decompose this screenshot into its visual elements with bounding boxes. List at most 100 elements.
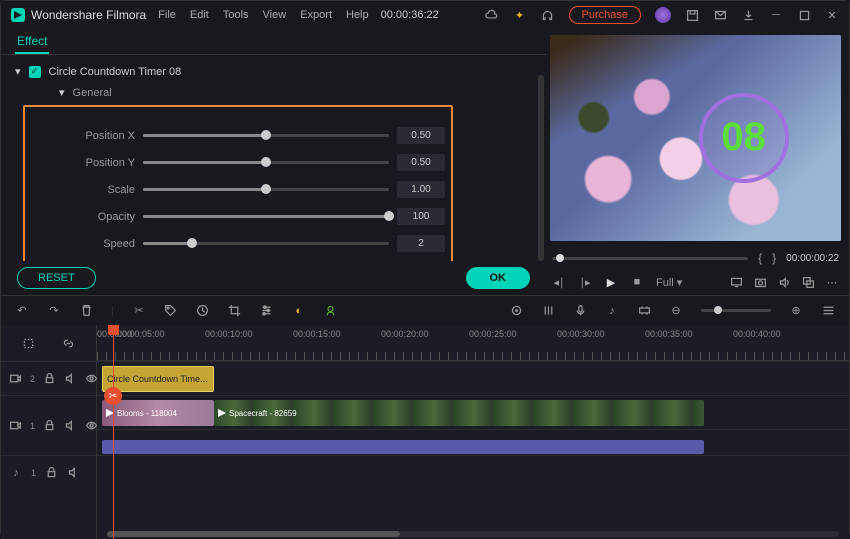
track-v2[interactable]: Circle Countdown Time... — [97, 361, 849, 395]
preview-viewport[interactable]: 08 — [550, 35, 841, 241]
value-position-x[interactable]: 0.50 — [397, 127, 445, 144]
label-position-x: Position X — [25, 130, 135, 142]
detach-icon[interactable] — [801, 275, 815, 289]
menu-file[interactable]: File — [158, 9, 176, 21]
stop-icon[interactable]: ■ — [630, 275, 644, 289]
slider-opacity[interactable] — [143, 215, 389, 218]
split-icon[interactable]: ✂ — [132, 304, 146, 318]
clip-audio[interactable] — [102, 440, 704, 454]
section-caret-icon[interactable]: ▾ — [59, 86, 65, 99]
value-scale[interactable]: 1.00 — [397, 181, 445, 198]
mark-out-icon[interactable]: } — [772, 251, 776, 265]
menu-help[interactable]: Help — [346, 9, 369, 21]
tab-effect[interactable]: Effect — [15, 30, 49, 54]
clip-effect[interactable]: Circle Countdown Time... — [102, 366, 214, 392]
track-lock-icon[interactable] — [43, 419, 56, 433]
video-track-icon — [9, 419, 22, 433]
menu-view[interactable]: View — [263, 9, 287, 21]
slider-position-y[interactable] — [143, 161, 389, 164]
menu-edit[interactable]: Edit — [190, 9, 209, 21]
headphones-icon[interactable] — [541, 8, 555, 22]
crop-icon[interactable] — [228, 304, 242, 318]
track-lock-icon[interactable] — [43, 372, 56, 386]
menu-export[interactable]: Export — [300, 9, 332, 21]
adjust-icon[interactable] — [260, 304, 274, 318]
color-icon[interactable]: ◐ — [292, 304, 306, 318]
reset-button[interactable]: RESET — [17, 267, 96, 289]
ruler-mark: 00:00:15:00 — [293, 329, 381, 339]
cloud-icon[interactable] — [485, 8, 499, 22]
track-a1[interactable] — [97, 455, 849, 489]
message-icon[interactable] — [713, 8, 727, 22]
scissors-icon[interactable]: ✂ — [104, 387, 122, 405]
track-v1[interactable]: Blooms - 118004 Spacecraft - 82659 — [97, 395, 849, 429]
step-back-icon[interactable]: ∣▸ — [578, 275, 592, 289]
sparkle-icon[interactable]: ✦ — [513, 8, 527, 22]
tag-icon[interactable] — [164, 304, 178, 318]
close-icon[interactable]: ✕ — [825, 8, 839, 22]
ok-button[interactable]: OK — [466, 267, 531, 289]
track-head-v2: 2 — [1, 361, 96, 395]
clip-blooms[interactable]: Blooms - 118004 — [102, 400, 214, 426]
track-head-v1: 1 — [1, 395, 96, 455]
title-bar: Wondershare Filmora File Edit Tools View… — [1, 1, 849, 29]
value-opacity[interactable]: 100 — [397, 208, 445, 225]
greenscreen-icon[interactable] — [324, 304, 338, 318]
purchase-button[interactable]: Purchase — [569, 6, 641, 24]
panel-scrollbar[interactable] — [538, 75, 544, 261]
track-mute-icon[interactable] — [64, 372, 77, 386]
timeline-ruler[interactable]: 00:00:00 00:00:05:00 00:00:10:00 00:00:1… — [97, 325, 849, 361]
collapse-caret-icon[interactable]: ▾ — [15, 65, 21, 78]
project-timecode: 00:00:36:22 — [381, 9, 439, 21]
voiceover-icon[interactable] — [573, 304, 587, 318]
display-icon[interactable] — [729, 275, 743, 289]
maximize-icon[interactable] — [797, 8, 811, 22]
effect-enable-checkbox[interactable]: ✓ — [29, 66, 41, 78]
quality-dropdown[interactable]: Full ▾ — [656, 276, 682, 289]
countdown-number: 08 — [721, 115, 766, 160]
track-mute-icon[interactable] — [64, 419, 77, 433]
zoom-out-icon[interactable]: ⊖ — [669, 304, 683, 318]
redo-icon[interactable]: ↷ — [47, 304, 61, 318]
playhead[interactable]: ✂ — [113, 325, 114, 539]
download-icon[interactable] — [741, 8, 755, 22]
link-icon[interactable] — [61, 336, 75, 350]
slider-speed[interactable] — [143, 242, 389, 245]
value-speed[interactable]: 2 — [397, 235, 445, 252]
save-icon[interactable] — [685, 8, 699, 22]
avatar-icon[interactable] — [655, 7, 671, 23]
ruler-mark: 00:00:20:00 — [381, 329, 469, 339]
prev-frame-icon[interactable]: ◂∣ — [552, 275, 566, 289]
timeline-scrollbar[interactable] — [107, 531, 839, 537]
play-icon[interactable]: ▶ — [604, 275, 618, 289]
zoom-in-icon[interactable]: ⊕ — [789, 304, 803, 318]
track-lock-icon[interactable] — [44, 466, 58, 480]
track-manage-icon[interactable] — [821, 304, 835, 318]
snapshot-icon[interactable] — [753, 275, 767, 289]
undo-icon[interactable]: ↶ — [15, 304, 29, 318]
slider-scale[interactable] — [143, 188, 389, 191]
track-head-a1: ♪ 1 — [1, 455, 96, 489]
zoom-slider[interactable] — [701, 309, 771, 312]
mixer-icon[interactable] — [541, 304, 555, 318]
fit-icon[interactable] — [637, 304, 651, 318]
volume-icon[interactable] — [777, 275, 791, 289]
section-general: General — [73, 87, 112, 99]
select-range-icon[interactable] — [22, 336, 36, 350]
slider-position-x[interactable] — [143, 134, 389, 137]
clip-spacecraft[interactable]: Spacecraft - 82659 — [214, 400, 704, 426]
minimize-icon[interactable]: ─ — [769, 8, 783, 22]
mark-in-icon[interactable]: { — [758, 251, 762, 265]
menu-tools[interactable]: Tools — [223, 9, 249, 21]
ruler-mark: 00:00:05:00 — [117, 329, 205, 339]
marker-icon[interactable] — [509, 304, 523, 318]
preview-more-icon[interactable]: ⋯ — [825, 275, 839, 289]
audio-icon[interactable]: ♪ — [605, 304, 619, 318]
track-mute-icon[interactable] — [66, 466, 80, 480]
speed-icon[interactable] — [196, 304, 210, 318]
track-v1-audio[interactable] — [97, 429, 849, 455]
value-position-y[interactable]: 0.50 — [397, 154, 445, 171]
delete-icon[interactable] — [79, 304, 93, 318]
label-scale: Scale — [25, 184, 135, 196]
preview-scrubber[interactable] — [552, 257, 748, 260]
